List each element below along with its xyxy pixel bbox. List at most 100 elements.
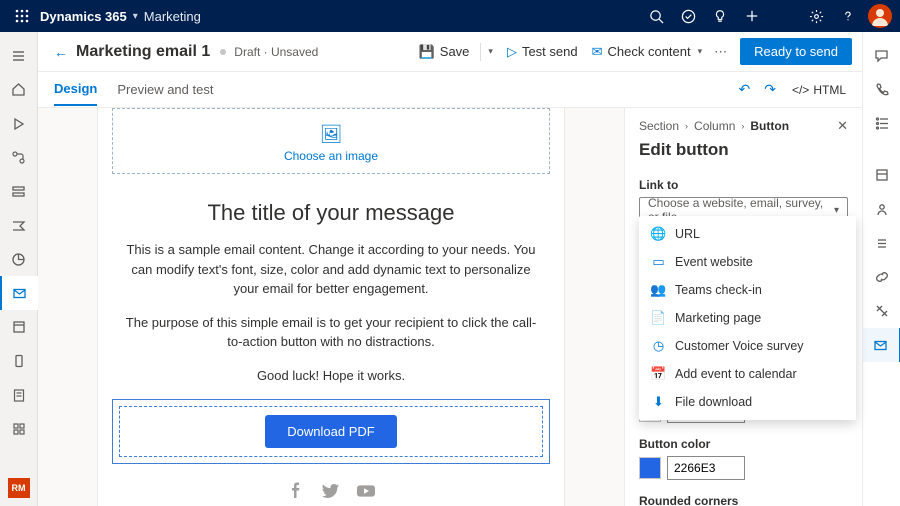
rail-styles[interactable]	[863, 226, 900, 260]
app-context[interactable]: Marketing	[144, 9, 201, 24]
nav-forms[interactable]	[0, 378, 38, 412]
save-icon: 💾	[419, 44, 435, 60]
rail-links[interactable]	[863, 260, 900, 294]
rail-phone[interactable]	[863, 72, 900, 106]
html-view-button[interactable]: </> HTML	[792, 83, 846, 97]
buttoncolor-swatch[interactable]	[639, 457, 661, 479]
rail-ab[interactable]	[863, 294, 900, 328]
rail-tasks[interactable]	[863, 106, 900, 140]
twitter-icon[interactable]	[322, 482, 339, 500]
undo-button[interactable]: ↶	[739, 81, 751, 98]
chevron-down-icon[interactable]: ▾	[698, 46, 703, 57]
cta-button[interactable]: Download PDF	[265, 415, 396, 448]
rail-properties[interactable]	[863, 328, 900, 362]
crumb-section[interactable]: Section	[639, 119, 679, 133]
nav-analytics[interactable]	[0, 242, 38, 276]
nav-journeys[interactable]	[0, 140, 38, 174]
crumb-button: Button	[750, 119, 789, 133]
calendar-icon: 📅	[651, 366, 666, 382]
nav-hamburger[interactable]	[0, 38, 38, 72]
check-icon: ✉	[592, 44, 603, 60]
image-placeholder[interactable]: 🖼 Choose an image	[112, 108, 550, 174]
check-content-label: Check content	[608, 44, 691, 59]
chevron-down-icon: ▾	[133, 11, 138, 22]
chevron-right-icon: ›	[685, 121, 688, 131]
email-canvas[interactable]: 🖼 Choose an image The title of your mess…	[38, 108, 624, 506]
rail-elements[interactable]	[863, 158, 900, 192]
tab-design[interactable]: Design	[54, 73, 97, 106]
nav-segments[interactable]	[0, 174, 38, 208]
code-icon: </>	[792, 83, 809, 97]
inspector-title: Edit button	[639, 140, 848, 160]
survey-icon: ◷	[651, 338, 666, 354]
nav-emails[interactable]	[0, 276, 38, 310]
browser-icon: ▭	[651, 254, 666, 270]
test-send-label: Test send	[522, 44, 578, 59]
check-content-button[interactable]: ✉ Check content ▾	[592, 44, 703, 60]
globe-icon: 🌐	[651, 226, 666, 242]
option-add-to-calendar[interactable]: 📅Add event to calendar	[639, 360, 856, 388]
youtube-icon[interactable]	[357, 482, 375, 500]
help-icon[interactable]	[832, 2, 864, 30]
buttoncolor-input[interactable]	[667, 456, 745, 480]
left-nav-rail: RM	[0, 32, 38, 506]
area-badge[interactable]: RM	[8, 478, 30, 498]
email-paragraph-1[interactable]: This is a sample email content. Change i…	[98, 240, 564, 299]
command-bar: ← Marketing email 1 Draft · Unsaved 💾 Sa…	[38, 32, 862, 72]
option-event-website[interactable]: ▭Event website	[639, 248, 856, 276]
breadcrumb: Section › Column › Button ✕	[639, 118, 848, 134]
nav-play[interactable]	[0, 106, 38, 140]
search-icon[interactable]	[640, 2, 672, 30]
editor-tabs: Design Preview and test ↶ ↷ </> HTML	[38, 72, 862, 108]
product-name[interactable]: Dynamics 365	[40, 9, 127, 24]
back-button[interactable]: ←	[54, 44, 68, 60]
rounded-label: Rounded corners	[639, 494, 848, 506]
crumb-column[interactable]: Column	[694, 119, 735, 133]
option-marketing-page[interactable]: 📄Marketing page	[639, 304, 856, 332]
button-block-selected[interactable]: Download PDF	[112, 399, 550, 464]
linkto-label: Link to	[639, 178, 848, 192]
nav-more[interactable]	[0, 412, 38, 446]
email-paragraph-3[interactable]: Good luck! Hope it works.	[98, 366, 564, 386]
user-avatar[interactable]	[868, 4, 892, 28]
linkto-dropdown-menu: 🌐URL ▭Event website 👥Teams check-in 📄Mar…	[639, 216, 856, 420]
ready-to-send-button[interactable]: Ready to send	[740, 38, 852, 65]
email-body[interactable]: 🖼 Choose an image The title of your mess…	[98, 108, 564, 506]
overflow-menu[interactable]: ⋯	[714, 44, 728, 60]
nav-templates[interactable]	[0, 310, 38, 344]
right-tool-rail	[862, 32, 900, 506]
property-inspector: Section › Column › Button ✕ Edit button …	[624, 108, 862, 506]
task-icon[interactable]	[672, 2, 704, 30]
email-heading[interactable]: The title of your message	[98, 200, 564, 226]
app-launcher[interactable]	[8, 2, 36, 30]
option-file-download[interactable]: ⬇File download	[639, 388, 856, 416]
test-send-button[interactable]: ▷ Test send	[507, 44, 578, 60]
facebook-icon[interactable]	[288, 482, 304, 500]
page-icon: 📄	[651, 310, 666, 326]
chevron-down-icon[interactable]: ▾	[488, 46, 493, 57]
tab-preview[interactable]: Preview and test	[117, 74, 213, 105]
image-icon: 🖼	[320, 124, 343, 145]
page-title: Marketing email 1	[76, 43, 210, 61]
lightbulb-icon[interactable]	[704, 2, 736, 30]
download-icon: ⬇	[651, 394, 666, 410]
nav-home[interactable]	[0, 72, 38, 106]
social-row	[98, 482, 564, 500]
redo-button[interactable]: ↷	[764, 81, 776, 98]
nav-triggers[interactable]	[0, 208, 38, 242]
option-teams-checkin[interactable]: 👥Teams check-in	[639, 276, 856, 304]
add-icon[interactable]	[736, 2, 768, 30]
close-icon[interactable]: ✕	[837, 118, 848, 134]
rail-chat[interactable]	[863, 38, 900, 72]
save-button[interactable]: 💾 Save ▾	[419, 43, 493, 61]
status-dot	[220, 49, 226, 55]
rail-personalize[interactable]	[863, 192, 900, 226]
nav-sms[interactable]	[0, 344, 38, 378]
email-paragraph-2[interactable]: The purpose of this simple email is to g…	[98, 313, 564, 352]
option-url[interactable]: 🌐URL	[639, 220, 856, 248]
chevron-down-icon: ▾	[834, 205, 839, 216]
chevron-right-icon: ›	[741, 121, 744, 131]
option-voice-survey[interactable]: ◷Customer Voice survey	[639, 332, 856, 360]
settings-icon[interactable]	[800, 2, 832, 30]
image-placeholder-label: Choose an image	[284, 149, 378, 163]
